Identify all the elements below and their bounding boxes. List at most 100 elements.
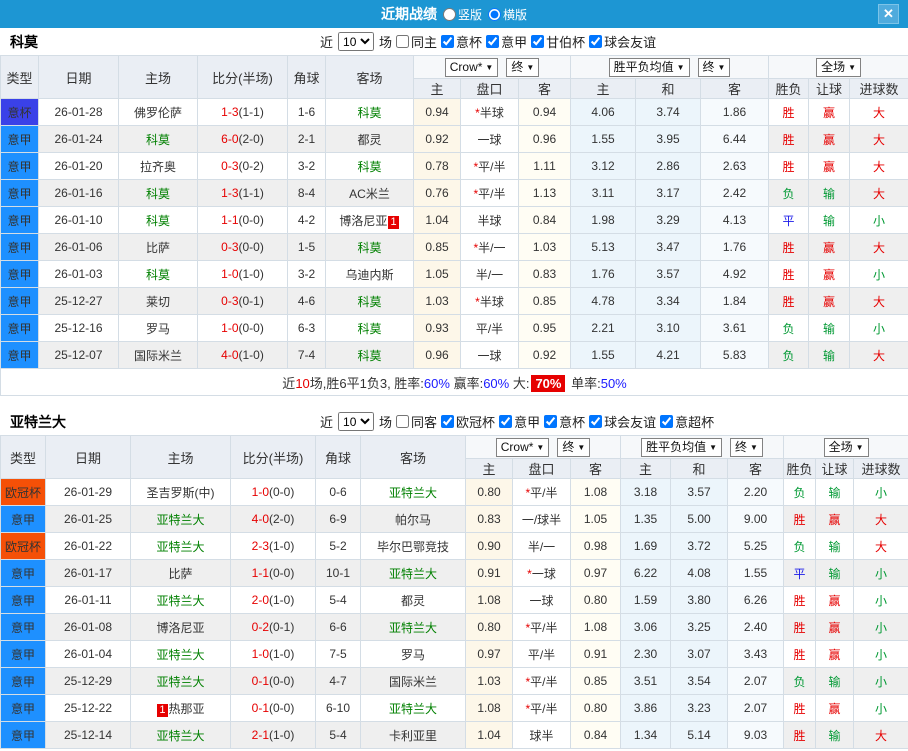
chevron-down-icon: ▼ xyxy=(848,62,857,72)
team-cell-name: 亚特兰大 xyxy=(156,728,205,743)
dropdown-cell: 胜平负均值 ▼ 终 ▼ xyxy=(570,55,770,79)
full-time-score: 0-2 xyxy=(251,620,269,634)
half-time-score: (0-0) xyxy=(269,566,295,580)
league-filter-checkbox[interactable] xyxy=(589,415,603,428)
cell-goals-result: 大 xyxy=(853,532,908,560)
league-badge: 欧冠杯 xyxy=(0,478,46,506)
league-filter-checkbox[interactable] xyxy=(544,415,558,428)
full-time-score: 2-0 xyxy=(251,593,269,607)
same-venue-checkbox[interactable] xyxy=(396,35,410,48)
league-filter-option[interactable]: 意甲 xyxy=(498,412,540,431)
cell-avg-away: 2.07 xyxy=(727,667,785,695)
same-venue-checkbox[interactable] xyxy=(396,415,410,428)
cell-avg-home: 1.34 xyxy=(620,721,672,749)
cell-avg-away: 6.44 xyxy=(700,125,770,153)
cell-away-team: 科莫 xyxy=(325,233,414,261)
dropdown-button[interactable]: Crow* ▼ xyxy=(444,57,499,77)
same-venue-option[interactable]: 同客 xyxy=(395,412,437,431)
match-count-select[interactable]: 10 xyxy=(338,412,375,431)
cell-corners: 5-2 xyxy=(315,532,361,560)
league-filter-option[interactable]: 甘伯杯 xyxy=(530,32,585,51)
cell-date: 26-01-16 xyxy=(38,179,119,207)
chevron-down-icon: ▼ xyxy=(750,442,758,452)
cell-score: 1-0(1-0) xyxy=(197,260,288,288)
cell-odds-away: 0.94 xyxy=(517,98,572,126)
vertical-layout-radio[interactable] xyxy=(442,7,456,21)
same-venue-label: 同主 xyxy=(411,35,438,50)
league-filter-option[interactable]: 球会友谊 xyxy=(588,412,656,431)
cell-avg-draw: 3.74 xyxy=(635,98,702,126)
league-filter-checkbox[interactable] xyxy=(486,35,500,48)
league-filter-option[interactable]: 意杯 xyxy=(440,32,482,51)
cell-handicap-result: 赢 xyxy=(815,694,855,722)
layout-option-horizontal[interactable]: 横版 xyxy=(488,6,527,23)
cell-odds-away: 1.03 xyxy=(517,233,572,261)
cell-result: 胜 xyxy=(768,125,810,153)
league-filter-checkbox[interactable] xyxy=(499,415,513,428)
league-badge: 意甲 xyxy=(0,125,39,153)
half-time-score: (1-0) xyxy=(238,267,264,281)
dropdown-button[interactable]: 终 ▼ xyxy=(697,57,731,77)
same-venue-option[interactable]: 同主 xyxy=(395,32,437,51)
cell-corners: 7-4 xyxy=(287,341,326,369)
cell-date: 26-01-25 xyxy=(45,505,131,533)
cell-odds-away: 0.80 xyxy=(569,586,622,614)
cell-score: 1-1(0-0) xyxy=(197,206,288,234)
summary-segment: 场,胜6平1负3, 胜率: xyxy=(309,375,424,391)
league-filter-checkbox[interactable] xyxy=(531,35,545,48)
cell-avg-home: 6.22 xyxy=(620,559,672,587)
league-filter-option[interactable]: 球会友谊 xyxy=(588,32,656,51)
close-icon[interactable]: ✕ xyxy=(878,4,899,24)
cell-result: 胜 xyxy=(768,233,810,261)
cell-avg-away: 2.40 xyxy=(727,613,785,641)
league-filter-checkbox[interactable] xyxy=(441,415,455,428)
dropdown-button[interactable]: 终 ▼ xyxy=(506,57,540,77)
cell-result: 胜 xyxy=(783,721,817,749)
cell-handicap-result: 输 xyxy=(815,559,855,587)
league-filter-checkbox[interactable] xyxy=(660,415,674,428)
dropdown-button[interactable]: 终 ▼ xyxy=(557,437,591,457)
league-filter-option[interactable]: 意甲 xyxy=(485,32,527,51)
dropdown-button[interactable]: 全场 ▼ xyxy=(816,57,862,77)
cell-avg-away: 9.03 xyxy=(727,721,785,749)
team-section: 科莫近 10 场同主 意杯 意甲 甘伯杯 球会友谊 类型 日期 主场 比分(半场) 角球 客场 Crow*… xyxy=(0,28,908,396)
cell-odds-away: 1.08 xyxy=(569,613,622,641)
handicap-text: 平/半 xyxy=(478,159,506,174)
horizontal-layout-radio[interactable] xyxy=(488,7,501,21)
dropdown-button[interactable]: 终 ▼ xyxy=(730,437,763,457)
dropdown-label: 全场 xyxy=(821,59,846,74)
league-filter-checkbox[interactable] xyxy=(441,35,455,48)
cell-handicap: *半球 xyxy=(460,98,519,126)
cell-result: 胜 xyxy=(783,694,817,722)
cell-avg-draw: 3.54 xyxy=(670,667,729,695)
summary-segment: 60% xyxy=(423,375,450,391)
dropdown-button[interactable]: 全场 ▼ xyxy=(823,437,869,457)
dropdown-button[interactable]: 胜平负均值 ▼ xyxy=(608,57,690,77)
match-count-select[interactable]: 10 xyxy=(338,32,375,51)
chevron-down-icon: ▼ xyxy=(676,62,685,72)
league-filter-option[interactable]: 意超杯 xyxy=(659,412,714,431)
cell-handicap: 半球 xyxy=(460,206,519,234)
dropdown-button[interactable]: 胜平负均值 ▼ xyxy=(641,437,723,457)
league-badge: 意甲 xyxy=(0,721,46,749)
dropdown-button[interactable]: Crow* ▼ xyxy=(495,437,550,457)
cell-home-team: 科莫 xyxy=(118,125,198,153)
cell-odds-away: 0.92 xyxy=(517,341,572,369)
cell-odds-away: 0.85 xyxy=(517,287,572,315)
handicap-text: 一球 xyxy=(531,566,556,581)
cell-handicap: 一球 xyxy=(512,586,571,614)
cell-handicap: 半/一 xyxy=(512,532,571,560)
match-row: 意甲 26-01-03 科莫 1-0(1-0) 3-2 乌迪内斯 1.05 半/一 0.83 1.… xyxy=(0,260,908,288)
cell-handicap-result: 赢 xyxy=(815,505,855,533)
league-filter-option[interactable]: 意杯 xyxy=(543,412,585,431)
league-filter-option[interactable]: 欧冠杯 xyxy=(440,412,495,431)
column-header: 客场 xyxy=(325,55,414,99)
layout-option-vertical[interactable]: 竖版 xyxy=(442,6,482,23)
match-row: 意甲 26-01-08 博洛尼亚 0-2(0-1) 6-6 亚特兰大 0.80 *平/半 1.0… xyxy=(0,613,908,641)
sub-column-header: 让球 xyxy=(815,458,855,479)
filter-near-label: 近 xyxy=(320,415,334,430)
cell-score: 0-3(0-1) xyxy=(197,287,288,315)
cell-home-team: 亚特兰大 xyxy=(130,667,231,695)
chevron-down-icon: ▼ xyxy=(709,442,718,452)
league-filter-checkbox[interactable] xyxy=(589,35,603,48)
